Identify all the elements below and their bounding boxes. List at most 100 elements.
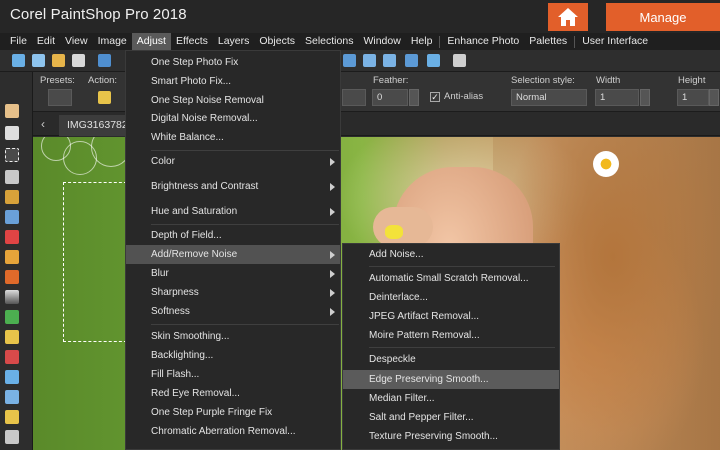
zoom-in-icon[interactable] <box>363 54 376 67</box>
manage-tab-button[interactable]: Manage <box>606 3 720 31</box>
height-spinner[interactable] <box>709 89 719 106</box>
warp-tool-icon[interactable] <box>5 430 19 444</box>
menu-palettes[interactable]: Palettes <box>524 33 572 50</box>
menu-adjust[interactable]: Adjust <box>131 33 171 50</box>
height-label: Height <box>678 75 706 86</box>
zoom-out-icon[interactable] <box>383 54 396 67</box>
action-icon[interactable] <box>98 91 111 104</box>
adjust-backlighting[interactable]: Backlighting... <box>126 346 340 365</box>
adjust-one-step-photo-fix[interactable]: One Step Photo Fix <box>126 53 340 72</box>
workspace-icon[interactable] <box>453 54 466 67</box>
adjust-add-remove-noise[interactable]: Add/Remove Noise <box>126 245 340 264</box>
adjust-brightness-contrast[interactable]: Brightness and Contrast <box>126 177 340 196</box>
noise-add-noise[interactable]: Add Noise... <box>343 245 559 264</box>
menu-selections[interactable]: Selections <box>300 33 358 50</box>
noise-median-filter[interactable]: Median Filter... <box>343 389 559 408</box>
add-remove-noise-submenu: Add Noise... Automatic Small Scratch Rem… <box>342 243 560 450</box>
menu-help[interactable]: Help <box>406 33 438 50</box>
noise-edge-preserving-smooth[interactable]: Edge Preserving Smooth... <box>343 370 559 389</box>
noise-salt-pepper-filter[interactable]: Salt and Pepper Filter... <box>343 408 559 427</box>
dropper-tool-icon[interactable] <box>5 170 19 184</box>
smart-carver-icon[interactable] <box>5 330 19 344</box>
clone-tool-icon[interactable] <box>5 250 19 264</box>
adjust-color[interactable]: Color <box>126 152 340 171</box>
photo-bubble-wand <box>385 225 403 239</box>
red-eye-tool-icon[interactable] <box>5 230 19 244</box>
adjust-digital-noise-removal[interactable]: Digital Noise Removal... <box>126 109 340 128</box>
adjust-one-step-noise-removal[interactable]: One Step Noise Removal <box>126 91 340 110</box>
menu-objects[interactable]: Objects <box>254 33 300 50</box>
tools-panel <box>0 72 33 450</box>
presets-label: Presets: <box>40 75 75 86</box>
menu-file[interactable]: File <box>5 33 32 50</box>
height-input[interactable]: 1 <box>677 89 709 106</box>
menu-edit[interactable]: Edit <box>32 33 60 50</box>
fill-tool-icon[interactable] <box>5 310 19 324</box>
menu-user-interface[interactable]: User Interface <box>577 33 653 50</box>
noise-deinterlace[interactable]: Deinterlace... <box>343 288 559 307</box>
fit-window-icon[interactable] <box>427 54 440 67</box>
menu-separator <box>369 347 555 348</box>
home-button[interactable] <box>548 3 588 31</box>
adjust-sharpness[interactable]: Sharpness <box>126 283 340 302</box>
adjust-menu: One Step Photo Fix Smart Photo Fix... On… <box>125 50 341 450</box>
adjust-red-eye-removal[interactable]: Red Eye Removal... <box>126 384 340 403</box>
menu-layers[interactable]: Layers <box>213 33 255 50</box>
adjust-softness[interactable]: Softness <box>126 302 340 321</box>
width-spinner[interactable] <box>640 89 650 106</box>
adjust-hue-saturation[interactable]: Hue and Saturation <box>126 202 340 221</box>
width-label: Width <box>596 75 621 86</box>
adjust-blur[interactable]: Blur <box>126 264 340 283</box>
adjust-depth-of-field[interactable]: Depth of Field... <box>126 226 340 245</box>
crop-tool-icon[interactable] <box>5 190 19 204</box>
pick-tool-icon[interactable] <box>5 126 19 140</box>
paint-brush-tool-icon[interactable] <box>5 270 19 284</box>
noise-jpeg-artifact-removal[interactable]: JPEG Artifact Removal... <box>343 307 559 326</box>
noise-despeckle[interactable]: Despeckle <box>343 350 559 369</box>
adjust-white-balance[interactable]: White Balance... <box>126 128 340 147</box>
shape-tool-icon[interactable] <box>5 390 19 404</box>
standard-toolbar <box>0 50 720 72</box>
adjust-chromatic-aberration[interactable]: Chromatic Aberration Removal... <box>126 422 340 441</box>
adjust-smart-photo-fix[interactable]: Smart Photo Fix... <box>126 72 340 91</box>
dodge-tool-icon[interactable] <box>5 350 19 364</box>
menu-window[interactable]: Window <box>358 33 405 50</box>
width-input[interactable]: 1 <box>595 89 639 106</box>
noise-texture-preserving-smooth[interactable]: Texture Preserving Smooth... <box>343 427 559 446</box>
menu-separator <box>574 35 576 48</box>
straighten-tool-icon[interactable] <box>5 210 19 224</box>
menu-enhance-photo[interactable]: Enhance Photo <box>442 33 524 50</box>
antialias-checkbox[interactable]: ✓ <box>430 92 440 102</box>
browse-icon[interactable] <box>72 54 85 67</box>
actual-size-icon[interactable] <box>405 54 418 67</box>
submenu-arrow-icon <box>330 270 335 278</box>
new-file-icon[interactable] <box>12 54 25 67</box>
save-icon[interactable] <box>98 54 111 67</box>
text-tool-icon[interactable] <box>5 370 19 384</box>
menu-effects[interactable]: Effects <box>171 33 213 50</box>
pen-tool-icon[interactable] <box>5 410 19 424</box>
tab-scroll-left-icon[interactable]: ‹ <box>41 117 45 131</box>
selection-style-dropdown[interactable]: Normal <box>511 89 587 106</box>
zoom-fit-icon[interactable] <box>343 54 356 67</box>
submenu-arrow-icon <box>330 308 335 316</box>
new-image-icon[interactable] <box>32 54 45 67</box>
menu-image[interactable]: Image <box>93 33 132 50</box>
adjust-skin-smoothing[interactable]: Skin Smoothing... <box>126 327 340 346</box>
adjust-purple-fringe-fix[interactable]: One Step Purple Fringe Fix <box>126 403 340 422</box>
selection-mode-dropdown[interactable] <box>342 89 366 106</box>
presets-dropdown[interactable] <box>48 89 72 106</box>
action-label: Action: <box>88 75 118 86</box>
noise-small-scratch-removal[interactable]: Automatic Small Scratch Removal... <box>343 269 559 288</box>
selection-tool-icon[interactable] <box>5 148 19 162</box>
adjust-sharpness-label: Sharpness <box>151 287 199 298</box>
pan-tool-icon[interactable] <box>5 104 19 118</box>
menu-view[interactable]: View <box>60 33 93 50</box>
adjust-fill-flash[interactable]: Fill Flash... <box>126 365 340 384</box>
feather-spinner[interactable] <box>409 89 419 106</box>
gradient-tool-icon[interactable] <box>5 290 19 304</box>
submenu-arrow-icon <box>330 251 335 259</box>
noise-moire-pattern-removal[interactable]: Moire Pattern Removal... <box>343 326 559 345</box>
open-folder-icon[interactable] <box>52 54 65 67</box>
feather-input[interactable]: 0 <box>372 89 408 106</box>
